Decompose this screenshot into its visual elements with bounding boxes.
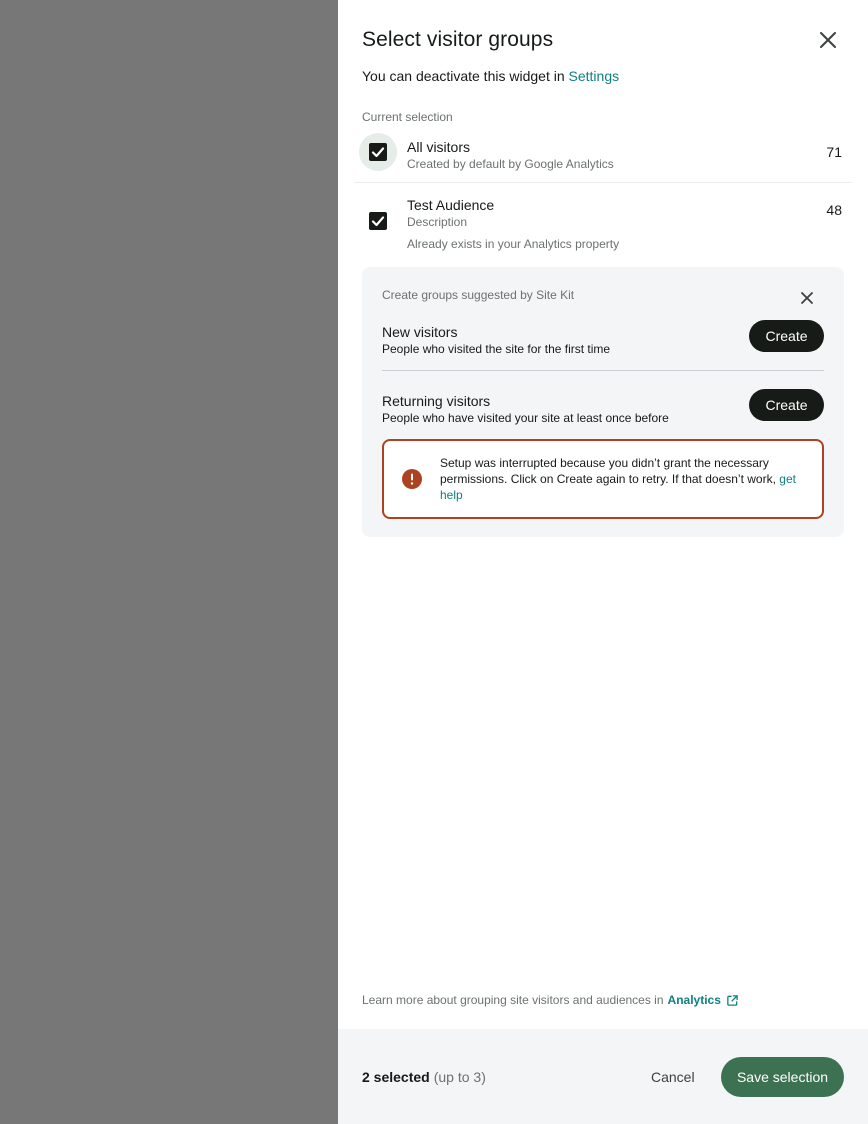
selection-max: (up to 3) [433,1069,486,1085]
audience-count: 48 [826,202,842,218]
audience-selection-panel: Select visitor groups You can deactivate… [338,0,868,1124]
learn-more-text: Learn more about grouping site visitors … [362,993,739,1007]
dismiss-suggestions-button[interactable] [798,289,816,307]
error-message-text: Setup was interrupted because you didn’t… [440,456,780,486]
checkbox-checked [369,143,387,161]
create-new-visitors-button[interactable]: Create [749,320,824,352]
error-notice: Setup was interrupted because you didn’t… [382,439,824,519]
selected-count: 2 selected [362,1069,430,1085]
audience-row-all-visitors[interactable]: All visitors Created by default by Googl… [354,130,852,183]
suggested-groups-title: Create groups suggested by Site Kit [382,288,575,302]
audience-name: Test Audience [407,197,495,213]
suggestion-new-visitors: New visitors People who visited the site… [382,319,824,371]
create-returning-visitors-button[interactable]: Create [749,389,824,421]
suggested-groups-box: Create groups suggested by Site Kit New … [362,267,844,537]
audience-description: Description [407,215,468,229]
save-selection-button[interactable]: Save selection [721,1057,844,1097]
error-message: Setup was interrupted because you didn’t… [440,455,808,503]
audience-name: All visitors [407,139,471,155]
audience-count: 71 [826,144,842,160]
panel-subtitle: You can deactivate this widget in Settin… [362,68,619,84]
close-icon [820,32,836,48]
analytics-link[interactable]: Analytics [668,993,739,1007]
external-link-icon [727,994,738,1006]
checkmark-icon [371,147,385,158]
subtitle-text: You can deactivate this widget in [362,68,569,84]
settings-link[interactable]: Settings [569,68,620,84]
suggestion-name: Returning visitors [382,393,491,409]
suggestion-name: New visitors [382,324,458,340]
close-icon [801,292,813,304]
panel-title: Select visitor groups [362,28,554,51]
panel-footer: 2 selected (up to 3) Cancel Save selectio… [338,1029,868,1124]
modal-backdrop[interactable] [0,0,338,1124]
checkbox-checked [369,212,387,230]
audience-description: Created by default by Google Analytics [407,157,614,171]
suggestion-description: People who visited the site for the firs… [382,342,611,356]
selection-count: 2 selected (up to 3) [362,1069,486,1085]
audience-checkbox[interactable] [359,202,397,240]
audience-checkbox[interactable] [359,133,397,171]
suggestion-returning-visitors: Returning visitors People who have visit… [382,388,824,428]
cancel-button[interactable]: Cancel [651,1069,695,1085]
suggestion-description: People who have visited your site at lea… [382,411,669,425]
close-panel-button[interactable] [814,26,842,54]
analytics-link-label: Analytics [667,993,721,1007]
audience-row-test-audience[interactable]: Test Audience Description Already exists… [354,184,852,258]
checkmark-icon [371,216,385,227]
audience-note: Already exists in your Analytics propert… [407,237,620,251]
learn-more-label: Learn more about grouping site visitors … [362,993,664,1007]
current-selection-label: Current selection [362,110,453,124]
error-icon [402,469,422,489]
